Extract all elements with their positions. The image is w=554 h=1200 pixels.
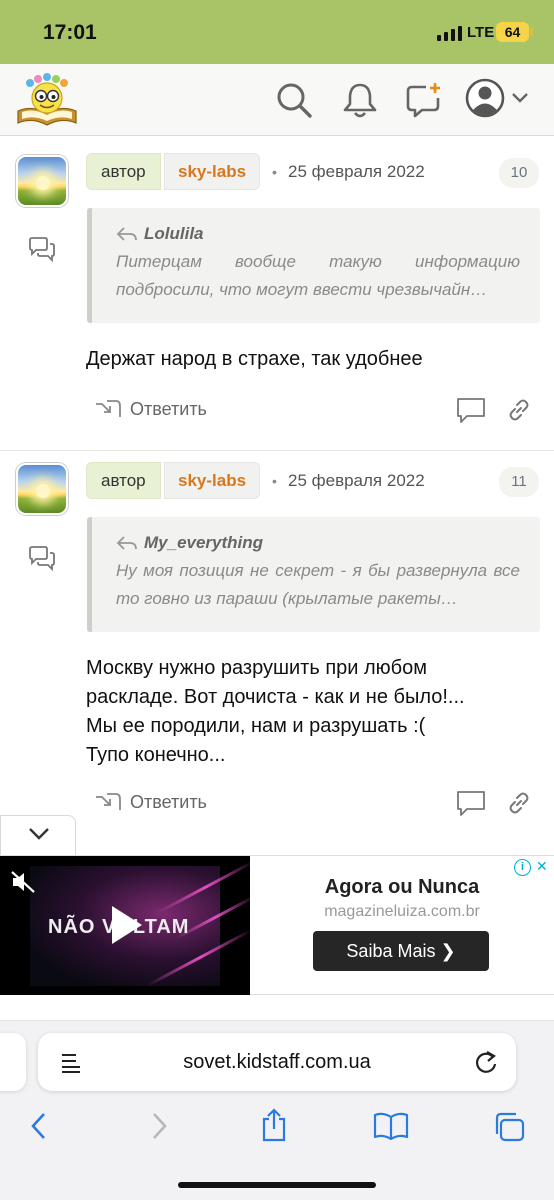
comment-number[interactable]: 11: [499, 467, 539, 497]
browser-toolbar: sovet.kidstaff.com.ua: [0, 1020, 554, 1200]
ad-video[interactable]: NÃO VOLTAM: [0, 856, 250, 995]
reply-label: Ответить: [130, 398, 207, 419]
link-icon[interactable]: [507, 791, 531, 815]
ad-cta-button[interactable]: Saiba Mais ❯: [313, 931, 489, 971]
username-link[interactable]: sky-labs: [164, 153, 261, 190]
quote-block[interactable]: Lolulila Питерцам вообще такую информаци…: [87, 208, 540, 323]
chevron-down-icon: [29, 828, 49, 840]
ad-close-icon[interactable]: ✕: [536, 858, 548, 875]
signal-icon: [437, 26, 462, 41]
separator-dot: •: [272, 473, 277, 489]
quote-author: Lolulila: [144, 224, 204, 243]
site-header: [0, 64, 554, 136]
ad-banner[interactable]: NÃO VOLTAM i ✕ Agora ou Nunca magazinelu…: [0, 855, 554, 995]
back-icon[interactable]: [28, 1111, 50, 1141]
ad-info-icon[interactable]: i: [514, 859, 531, 876]
reply-arrow-icon: [116, 227, 137, 241]
author-tag: автор: [86, 153, 161, 190]
reply-arrow-icon: [116, 536, 137, 550]
author-tag: автор: [86, 462, 161, 499]
collapse-ad-button[interactable]: [0, 815, 76, 855]
chat-bubble-icon[interactable]: [455, 789, 487, 817]
new-message-icon[interactable]: [404, 80, 444, 120]
reply-button[interactable]: Ответить: [94, 791, 207, 813]
reply-label: Ответить: [130, 791, 207, 812]
comment-text: Держат народ в страхе, так удобнее: [86, 348, 423, 370]
reply-icon: [96, 793, 121, 810]
quote-text: Питерцам вообще такую информацию подброс…: [116, 252, 520, 299]
forward-icon[interactable]: [148, 1111, 170, 1141]
bell-icon[interactable]: [340, 80, 380, 120]
quote-block[interactable]: My_everything Ну моя позиция не секрет -…: [87, 517, 540, 632]
comments-icon[interactable]: [27, 236, 57, 262]
ad-url[interactable]: magazineluiza.com.br: [250, 903, 554, 921]
comment-text: Москву нужно разрушить при любом расклад…: [86, 657, 465, 766]
ad-title[interactable]: Agora ou Nunca: [250, 876, 554, 899]
user-avatar-icon[interactable]: [465, 78, 505, 118]
username-link[interactable]: sky-labs: [164, 462, 261, 499]
reply-button[interactable]: Ответить: [94, 398, 207, 420]
avatar[interactable]: [16, 463, 68, 515]
comment-date: 25 февраля 2022: [288, 471, 425, 490]
play-icon[interactable]: [112, 906, 142, 944]
ad-cta-label: Saiba Mais: [346, 941, 436, 961]
home-indicator[interactable]: [178, 1182, 376, 1188]
tabs-icon[interactable]: [492, 1111, 526, 1143]
battery-level: 64: [504, 24, 521, 40]
chat-bubble-icon[interactable]: [455, 396, 487, 424]
status-time: 17:01: [43, 21, 97, 44]
network-label: LTE: [467, 24, 495, 41]
reply-icon: [96, 400, 121, 417]
previous-tab-preview[interactable]: [0, 1033, 26, 1091]
chevron-down-icon[interactable]: [510, 90, 530, 106]
reload-icon[interactable]: [474, 1049, 498, 1075]
quote-text: Ну моя позиция не секрет - я бы разверну…: [116, 561, 520, 608]
divider: [0, 450, 554, 451]
avatar[interactable]: [16, 155, 68, 207]
battery-icon: 64: [496, 22, 533, 42]
comments-icon[interactable]: [27, 545, 57, 571]
comment-date: 25 февраля 2022: [288, 162, 425, 181]
status-bar: 17:01 LTE 64: [0, 0, 554, 64]
quote-author: My_everything: [144, 533, 264, 552]
comment-number[interactable]: 10: [499, 158, 539, 188]
link-icon[interactable]: [507, 398, 531, 422]
address-bar[interactable]: sovet.kidstaff.com.ua: [38, 1033, 516, 1091]
site-logo[interactable]: [16, 71, 78, 127]
search-icon[interactable]: [274, 80, 314, 120]
url-text[interactable]: sovet.kidstaff.com.ua: [38, 1051, 516, 1074]
mute-icon[interactable]: [10, 870, 38, 894]
separator-dot: •: [272, 164, 277, 180]
bookmarks-icon[interactable]: [373, 1111, 409, 1141]
share-icon[interactable]: [259, 1107, 289, 1143]
